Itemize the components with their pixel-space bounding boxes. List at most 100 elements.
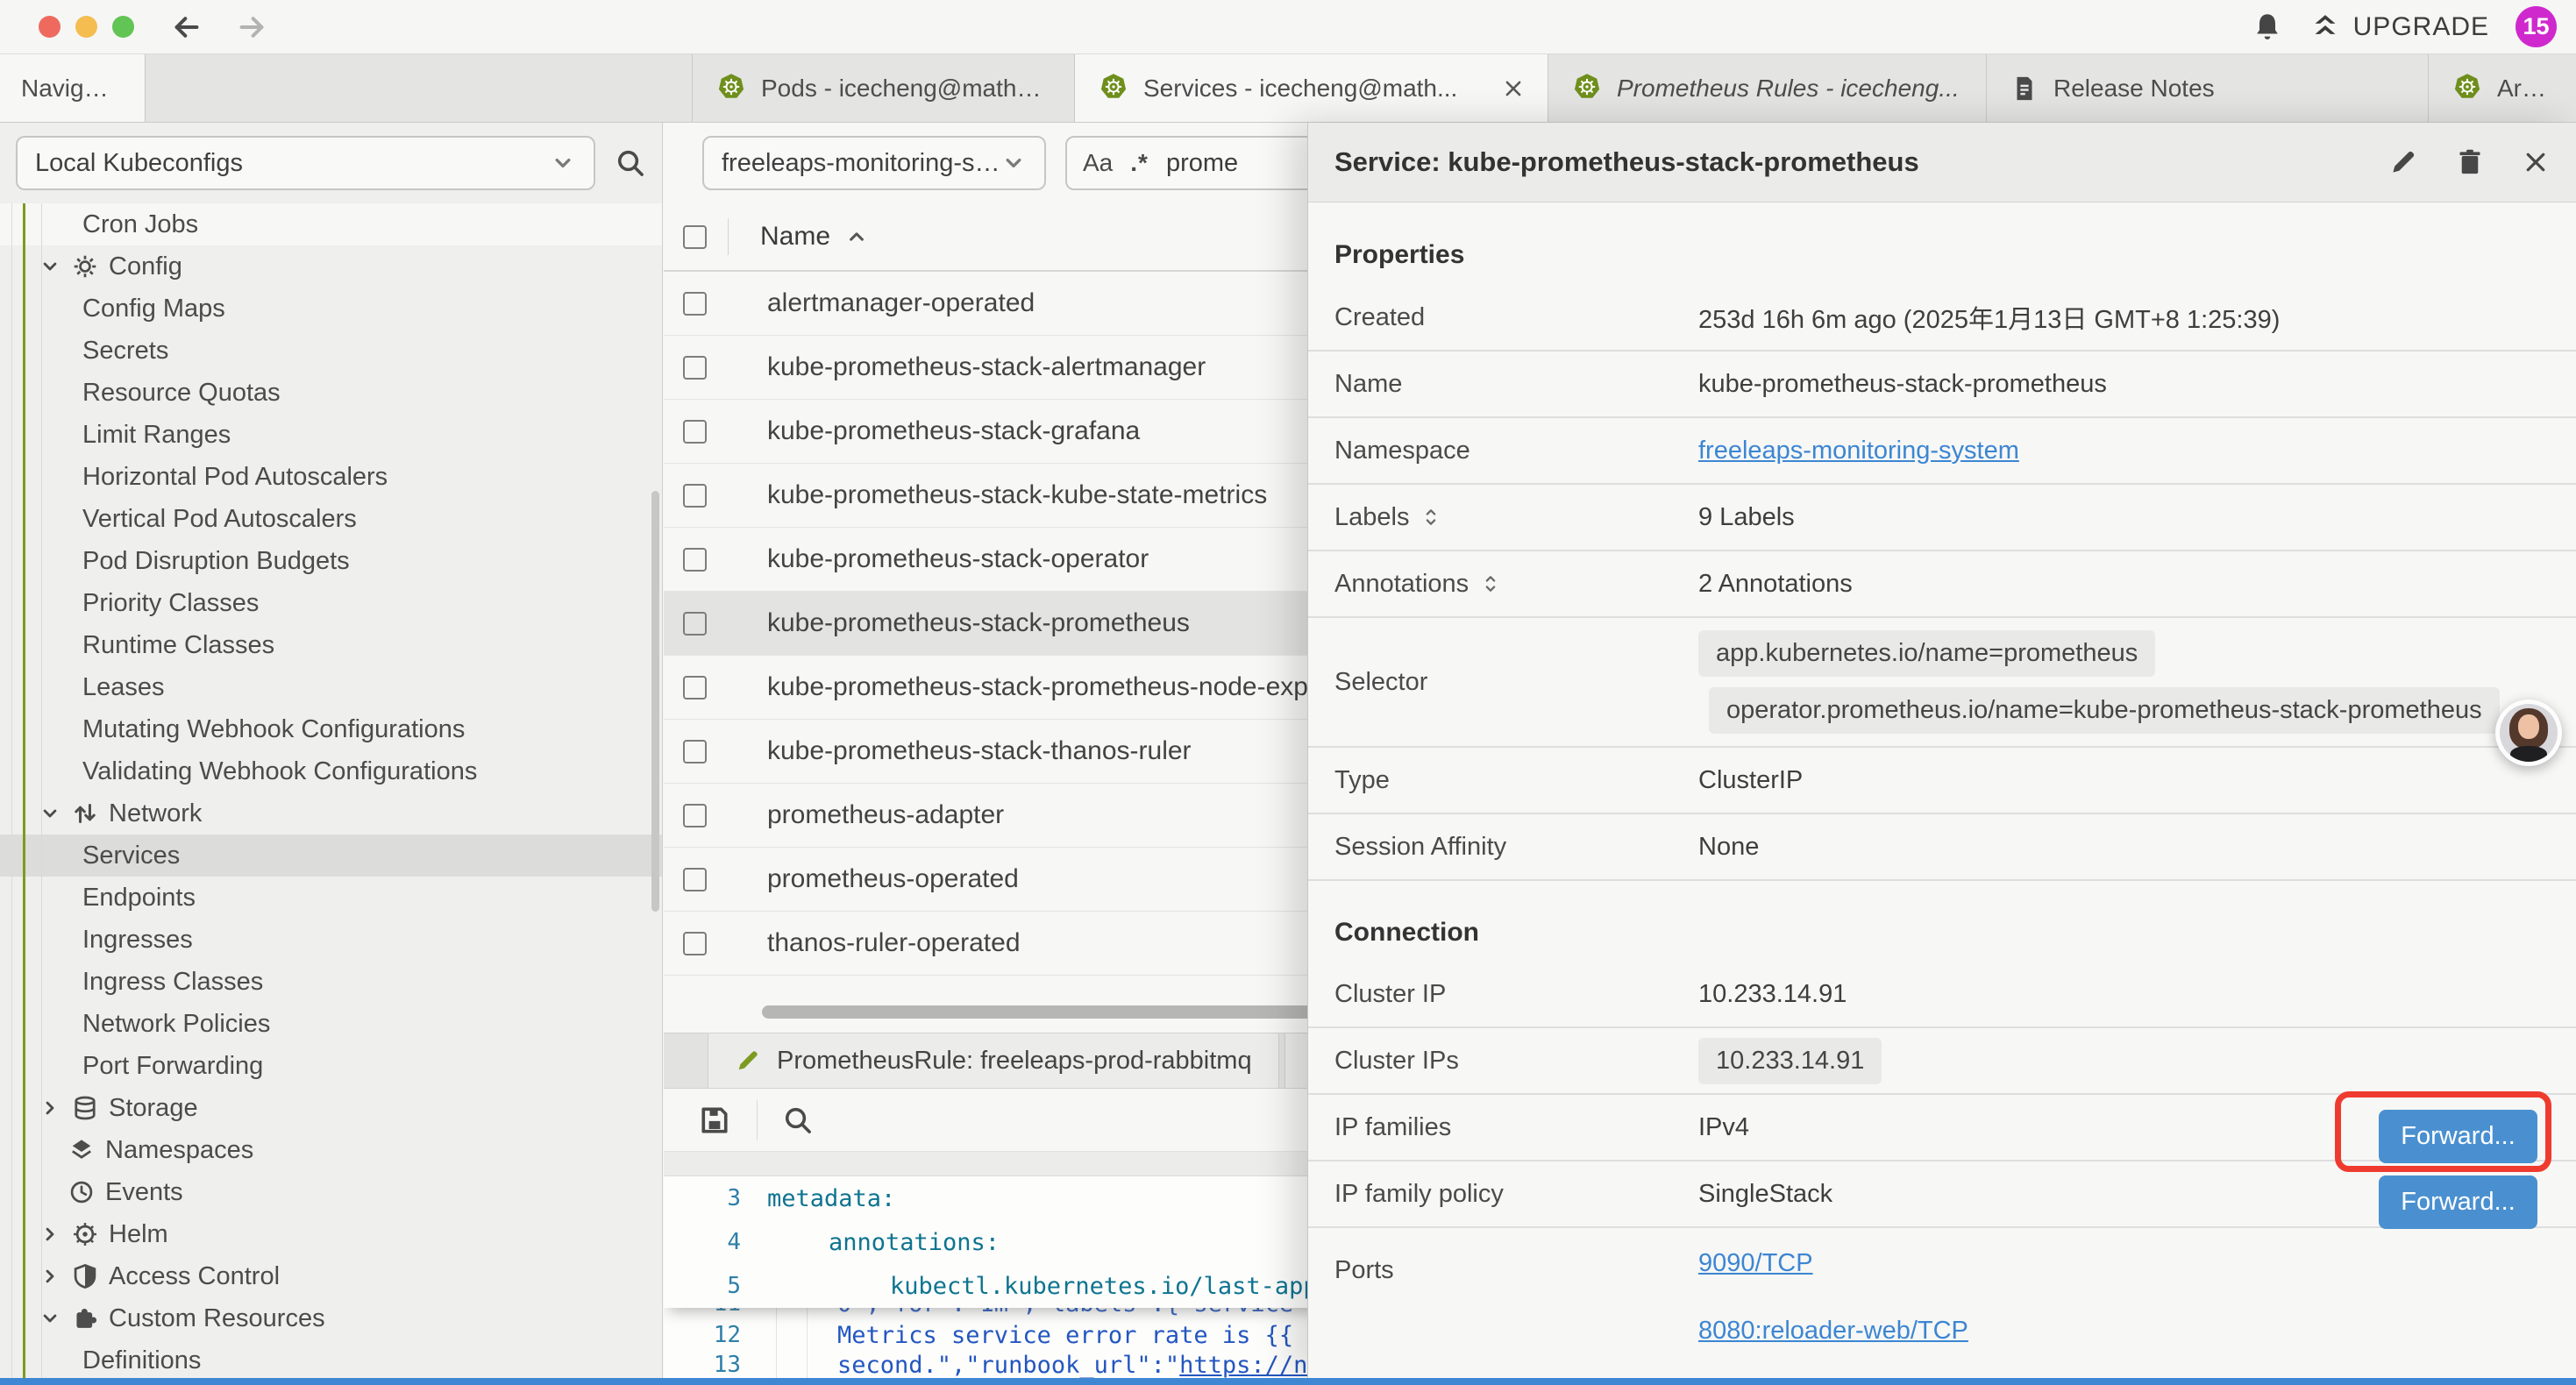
- name-column-header[interactable]: Name: [760, 222, 830, 252]
- sidebar-group-custom-resources[interactable]: Custom Resources: [0, 1297, 662, 1339]
- search-icon[interactable]: [782, 1104, 814, 1136]
- table-row[interactable]: kube-prometheus-stack-alertmanager: [664, 336, 1391, 400]
- row-checkbox[interactable]: [683, 292, 707, 316]
- port-link-9090[interactable]: 9090/TCP: [1698, 1249, 1968, 1278]
- table-row[interactable]: alertmanager-operated: [664, 272, 1391, 336]
- row-checkbox[interactable]: [683, 932, 707, 955]
- sidebar-item-events[interactable]: Events: [0, 1171, 662, 1213]
- sidebar-item-vertical-pod-autoscalers[interactable]: Vertical Pod Autoscalers: [0, 498, 662, 540]
- sidebar-group-network[interactable]: Network: [0, 792, 662, 835]
- sidebar-item-config-maps[interactable]: Config Maps: [0, 288, 662, 330]
- sidebar-item-horizontal-pod-autoscalers[interactable]: Horizontal Pod Autoscalers: [0, 456, 662, 498]
- close-tab-icon[interactable]: [1502, 77, 1525, 100]
- sidebar-item-definitions[interactable]: Definitions: [0, 1339, 662, 1378]
- tab-prometheus-rules[interactable]: Prometheus Rules - icecheng...: [1548, 54, 1987, 122]
- labels-value[interactable]: 9 Labels: [1698, 503, 1795, 532]
- table-row[interactable]: thanos-ruler-operated: [664, 912, 1391, 976]
- table-row[interactable]: prometheus-operated: [664, 848, 1391, 912]
- kubeconfig-select[interactable]: Local Kubeconfigs: [16, 136, 595, 190]
- port-link-8080[interactable]: 8080:reloader-web/TCP: [1698, 1317, 1968, 1346]
- namespace-link[interactable]: freeleaps-monitoring-system: [1698, 437, 2019, 465]
- expand-sort-icon[interactable]: [1479, 572, 1502, 595]
- row-checkbox[interactable]: [683, 676, 707, 700]
- table-row[interactable]: kube-prometheus-stack-grafana: [664, 400, 1391, 464]
- tab-pods[interactable]: Pods - icecheng@mathmas...: [693, 54, 1075, 122]
- tab-navigator[interactable]: Navigator: [0, 54, 146, 122]
- forward-port-button-9090[interactable]: Forward...: [2379, 1110, 2537, 1163]
- row-checkbox[interactable]: [683, 356, 707, 380]
- regex-toggle[interactable]: .*: [1130, 149, 1149, 177]
- row-checkbox[interactable]: [683, 740, 707, 764]
- sort-ascending-icon[interactable]: [844, 224, 869, 249]
- selector-chip[interactable]: operator.prometheus.io/name=kube-prometh…: [1709, 687, 2500, 734]
- sidebar-group-config[interactable]: Config: [0, 245, 662, 288]
- row-checkbox[interactable]: [683, 868, 707, 891]
- code-line: Metrics service error rate is {{ $va: [741, 1322, 1350, 1349]
- row-checkbox[interactable]: [683, 484, 707, 508]
- table-row-selected[interactable]: kube-prometheus-stack-prometheus: [664, 592, 1391, 656]
- minimize-window-button[interactable]: [75, 16, 97, 38]
- sidebar-group-storage[interactable]: Storage: [0, 1087, 662, 1129]
- sidebar-item-port-forwarding[interactable]: Port Forwarding: [0, 1045, 662, 1087]
- delete-trash-icon[interactable]: [2455, 147, 2485, 177]
- sidebar-item-priority-classes[interactable]: Priority Classes: [0, 582, 662, 624]
- table-row[interactable]: kube-prometheus-stack-kube-state-metrics: [664, 464, 1391, 528]
- sidebar-item-resource-quotas[interactable]: Resource Quotas: [0, 372, 662, 414]
- edit-pencil-icon[interactable]: [2388, 147, 2418, 177]
- selector-chip[interactable]: app.kubernetes.io/name=prometheus: [1698, 630, 2155, 677]
- row-checkbox[interactable]: [683, 420, 707, 444]
- sidebar-item-secrets[interactable]: Secrets: [0, 330, 662, 372]
- table-row[interactable]: kube-prometheus-stack-operator: [664, 528, 1391, 592]
- sidebar-item-validating-webhook-configurations[interactable]: Validating Webhook Configurations: [0, 750, 662, 792]
- back-arrow-icon[interactable]: [171, 11, 203, 43]
- notification-count-badge[interactable]: 15: [2516, 6, 2557, 47]
- sidebar-item-leases[interactable]: Leases: [0, 666, 662, 708]
- annotations-value[interactable]: 2 Annotations: [1698, 570, 1853, 599]
- sidebar-item-cron-jobs[interactable]: Cron Jobs: [0, 203, 662, 245]
- sidebar-scrollbar[interactable]: [651, 491, 659, 912]
- table-row[interactable]: kube-prometheus-stack-prometheus-node-ex…: [664, 656, 1391, 720]
- close-window-button[interactable]: [39, 16, 60, 38]
- yaml-editor[interactable]: 3metadata: 4annotations: 5kubectl.kubern…: [664, 1176, 1391, 1378]
- sidebar-item-endpoints[interactable]: Endpoints: [0, 877, 662, 919]
- namespace-select[interactable]: freeleaps-monitoring-system: [702, 136, 1046, 190]
- sidebar-item-mutating-webhook-configurations[interactable]: Mutating Webhook Configurations: [0, 708, 662, 750]
- forward-port-button-8080[interactable]: Forward...: [2379, 1175, 2537, 1229]
- match-case-toggle[interactable]: Aa: [1083, 149, 1113, 177]
- editor-toolbar: [664, 1089, 1391, 1152]
- row-checkbox[interactable]: [683, 804, 707, 827]
- tab-services[interactable]: Services - icecheng@math...: [1075, 54, 1548, 122]
- sidebar-item-pod-disruption-budgets[interactable]: Pod Disruption Budgets: [0, 540, 662, 582]
- row-checkbox[interactable]: [683, 548, 707, 572]
- search-icon[interactable]: [615, 147, 646, 179]
- sidebar-item-namespaces[interactable]: Namespaces: [0, 1129, 662, 1171]
- upgrade-button[interactable]: UPGRADE: [2309, 11, 2489, 43]
- sidebar-item-ingresses[interactable]: Ingresses: [0, 919, 662, 961]
- assistant-avatar[interactable]: [2495, 700, 2562, 766]
- sidebar-item-services[interactable]: Services: [0, 835, 662, 877]
- notifications-bell-icon[interactable]: [2252, 11, 2283, 43]
- select-all-checkbox[interactable]: [683, 225, 707, 249]
- editor-tab-prometheusrule[interactable]: PrometheusRule: freeleaps-prod-rabbitmq: [708, 1033, 1279, 1088]
- horizontal-scrollbar[interactable]: [762, 1005, 1377, 1019]
- save-icon[interactable]: [697, 1103, 732, 1138]
- code-line: kubectl.kubernetes.io/last-applied-co: [741, 1273, 1391, 1300]
- table-row[interactable]: prometheus-adapter: [664, 784, 1391, 848]
- tab-label: Argo Se: [2497, 75, 2553, 103]
- row-checkbox[interactable]: [683, 612, 707, 636]
- sidebar-group-helm[interactable]: Helm: [0, 1213, 662, 1255]
- sidebar-item-ingress-classes[interactable]: Ingress Classes: [0, 961, 662, 1003]
- close-panel-icon[interactable]: [2522, 148, 2550, 176]
- table-row[interactable]: kube-prometheus-stack-thanos-ruler: [664, 720, 1391, 784]
- tab-release-notes[interactable]: Release Notes: [1987, 54, 2429, 122]
- cluster-ips-chip[interactable]: 10.233.14.91: [1698, 1038, 1882, 1084]
- sidebar-item-runtime-classes[interactable]: Runtime Classes: [0, 624, 662, 666]
- tab-argo[interactable]: Argo Se: [2429, 54, 2576, 122]
- zoom-window-button[interactable]: [112, 16, 134, 38]
- upgrade-label: UPGRADE: [2353, 12, 2489, 42]
- sidebar-group-access-control[interactable]: Access Control: [0, 1255, 662, 1297]
- forward-arrow-icon[interactable]: [236, 11, 267, 43]
- sidebar-item-limit-ranges[interactable]: Limit Ranges: [0, 414, 662, 456]
- sidebar-item-network-policies[interactable]: Network Policies: [0, 1003, 662, 1045]
- expand-sort-icon[interactable]: [1420, 506, 1442, 529]
